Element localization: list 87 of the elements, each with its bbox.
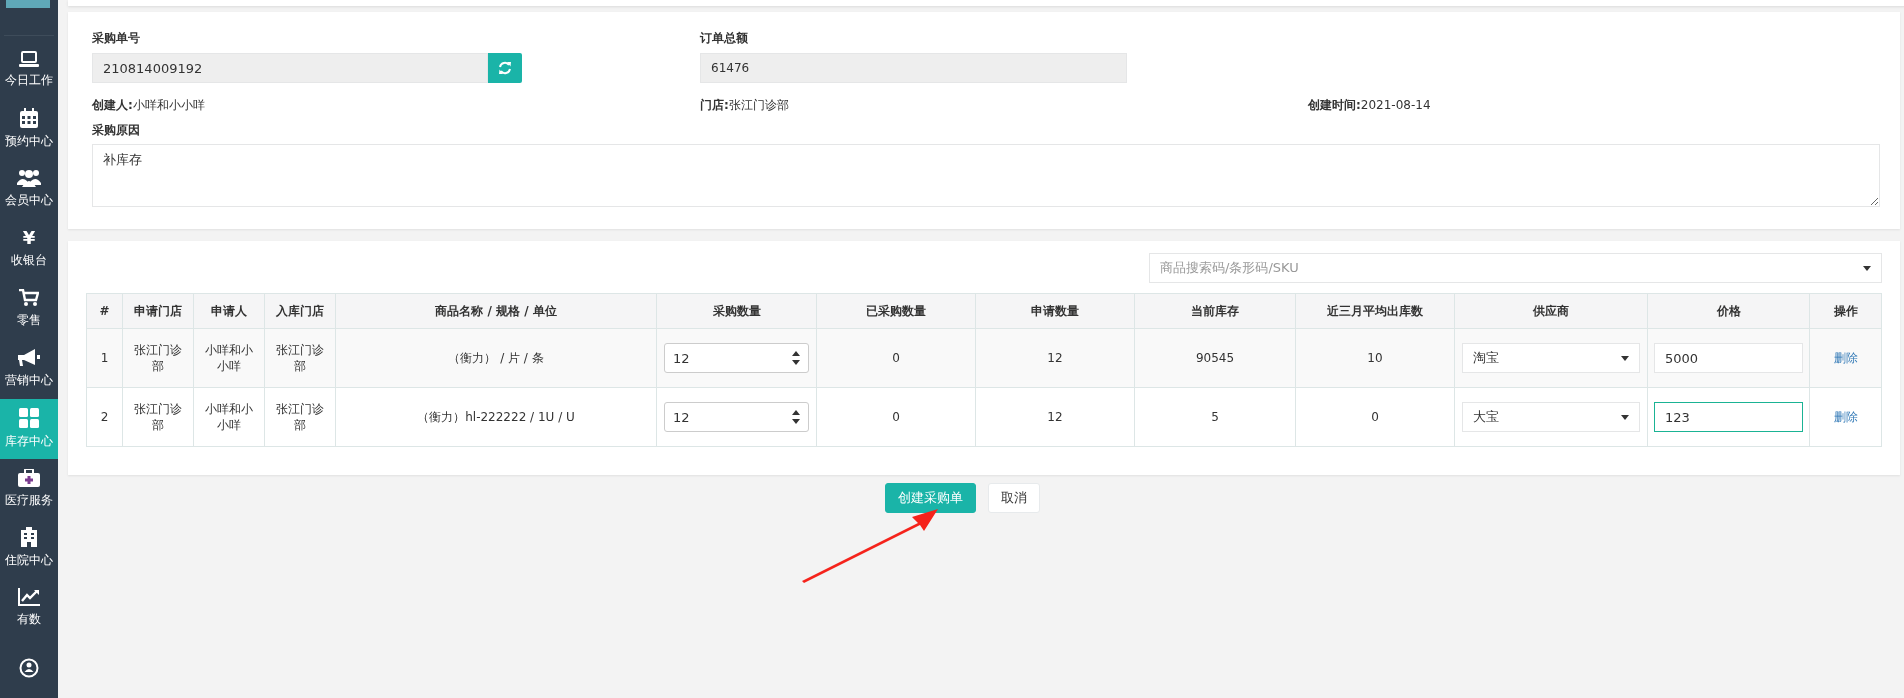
price-field[interactable]: 123 <box>1654 402 1803 432</box>
column-header: 入库门店 <box>264 293 336 329</box>
delete-link[interactable]: 删除 <box>1833 350 1858 365</box>
table-cell: 小咩和小小咩 <box>193 328 265 388</box>
column-header: # <box>86 293 123 329</box>
column-header: 近三月平均出库数 <box>1295 293 1455 329</box>
price-field[interactable]: 5000 <box>1654 343 1803 373</box>
column-header: 当前库存 <box>1134 293 1296 329</box>
sidebar-label: 库存中心 <box>5 432 53 450</box>
cart-icon <box>19 289 39 307</box>
refresh-button[interactable] <box>488 53 522 83</box>
sidebar-item[interactable]: 今日工作 <box>0 39 58 100</box>
users-icon <box>17 169 41 188</box>
yen-icon: ¥ <box>22 229 36 248</box>
table-cell: 张江门诊部 <box>122 328 194 388</box>
info-text: 创建时间:2021-08-14 <box>1308 97 1432 114</box>
order-number-field[interactable]: 210814009192 <box>92 53 488 83</box>
table-cell: 2 <box>86 387 123 447</box>
quantity-spinner[interactable]: 12 <box>664 343 809 373</box>
column-header: 采购数量 <box>656 293 817 329</box>
column-header: 供应商 <box>1454 293 1648 329</box>
sidebar-item[interactable]: 会员中心 <box>0 159 58 220</box>
spinner-arrows-icon <box>792 351 800 365</box>
spinner-arrows-icon <box>792 410 800 424</box>
sidebar-label: 今日工作 <box>5 71 53 89</box>
sidebar-item[interactable]: 零售 <box>0 279 58 339</box>
column-header: 价格 <box>1647 293 1810 329</box>
column-header: 操作 <box>1809 293 1882 329</box>
table-cell: （衡力） / 片 / 条 <box>335 328 657 388</box>
refresh-icon <box>498 61 512 75</box>
caret-icon <box>1621 414 1629 420</box>
grid-icon <box>19 407 39 428</box>
supplier-select[interactable]: 淘宝 <box>1462 343 1640 373</box>
field-label: 采购原因 <box>92 122 141 139</box>
quantity-spinner[interactable]: 12 <box>664 402 809 432</box>
line-chart-icon <box>18 588 40 607</box>
supplier-select[interactable]: 大宝 <box>1462 402 1640 432</box>
delete-link[interactable]: 删除 <box>1833 409 1858 424</box>
column-header: 申请数量 <box>975 293 1135 329</box>
sidebar-label: 收银台 <box>11 252 47 270</box>
caret-icon <box>1863 265 1871 271</box>
table-cell: 90545 <box>1134 328 1296 388</box>
info-text: 创建人:小咩和小小咩 <box>92 97 206 114</box>
table-cell: 张江门诊部 <box>264 328 336 388</box>
table-cell: （衡力）hl-222222 / 1U / U <box>335 387 657 447</box>
sidebar-item[interactable]: 住院中心 <box>0 518 58 579</box>
sidebar-item[interactable]: 医疗服务 <box>0 458 58 519</box>
table-cell: 0 <box>816 387 976 447</box>
sidebar-item[interactable]: 营销中心 <box>0 338 58 399</box>
table-cell: 张江门诊部 <box>122 387 194 447</box>
table-cell: 0 <box>816 328 976 388</box>
cancel-button[interactable]: 取消 <box>987 483 1040 513</box>
table-cell: 张江门诊部 <box>264 387 336 447</box>
logo-icon <box>6 0 50 8</box>
column-header: 申请门店 <box>122 293 194 329</box>
sidebar-item[interactable]: 预约中心 <box>0 99 58 160</box>
table-cell: 10 <box>1295 328 1455 388</box>
sidebar-label: 有数 <box>17 611 41 629</box>
sidebar-label: 住院中心 <box>5 552 53 570</box>
column-header: 申请人 <box>193 293 265 329</box>
field-label: 采购单号 <box>92 30 141 47</box>
column-header: 商品名称 / 规格 / 单位 <box>335 293 657 329</box>
megaphone-icon <box>18 348 40 367</box>
sidebar-label: 预约中心 <box>5 133 53 151</box>
sidebar-label: 会员中心 <box>5 192 53 210</box>
table-cell: 0 <box>1295 387 1455 447</box>
column-header: 已采购数量 <box>816 293 976 329</box>
reason-textarea[interactable]: 补库存 <box>92 144 1880 207</box>
table-cell: 1 <box>86 328 123 388</box>
sidebar-item[interactable]: 有数 <box>0 578 58 639</box>
caret-icon <box>1621 355 1629 361</box>
sidebar-label: 医疗服务 <box>5 491 53 509</box>
calendar-icon <box>20 108 38 129</box>
laptop-icon <box>19 50 39 67</box>
order-total-field[interactable]: 61476 <box>700 53 1127 83</box>
info-text: 门店:张江门诊部 <box>700 97 790 114</box>
hospital-icon <box>21 527 37 548</box>
table-cell: 5 <box>1134 387 1296 447</box>
sidebar-label: 零售 <box>17 312 41 329</box>
table-cell: 12 <box>975 328 1135 388</box>
people-circle-icon <box>19 658 39 679</box>
table-cell: 12 <box>975 387 1135 447</box>
table-cell: 小咩和小小咩 <box>193 387 265 447</box>
sidebar-label: 营销中心 <box>5 371 53 389</box>
medkit-icon <box>18 468 40 487</box>
field-label: 订单总额 <box>700 30 749 47</box>
sidebar-item[interactable]: ¥ 收银台 <box>0 219 58 280</box>
